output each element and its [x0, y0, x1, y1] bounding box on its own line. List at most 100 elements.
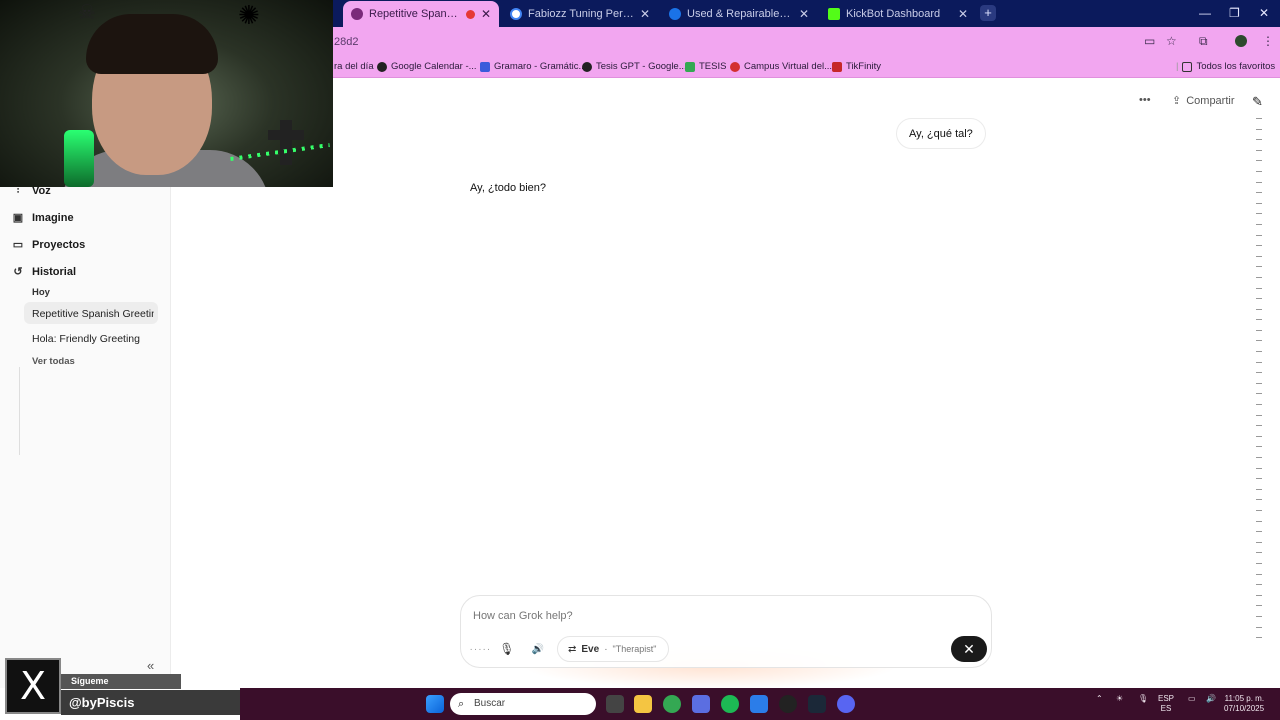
network-icon[interactable]: ▭: [1188, 694, 1196, 704]
spider-decoration: ✺: [238, 0, 260, 30]
scroll-tick: [1256, 139, 1262, 141]
sidebar-item-historial[interactable]: ↺ Historial: [12, 265, 76, 279]
cast-icon[interactable]: ▭: [1144, 34, 1155, 48]
obs-icon[interactable]: [779, 695, 797, 713]
scroll-tick: [1256, 605, 1262, 607]
scroll-tick: [1256, 170, 1262, 172]
gramaro-icon: [480, 61, 490, 72]
tikfinity-icon: [832, 61, 842, 72]
search-icon: ⌕: [458, 698, 465, 710]
sidebar-item-proyectos[interactable]: ▭ Proyectos: [12, 238, 85, 252]
tray-mic-icon[interactable]: 🎙: [1138, 694, 1148, 704]
scroll-tick: [1256, 181, 1262, 183]
bookmark-item[interactable]: Campus Virtual del...: [730, 61, 832, 72]
calendar-icon: [377, 61, 387, 72]
profile-avatar[interactable]: [1235, 35, 1247, 47]
clock[interactable]: 11:05 p. m. 07/10/2025: [1224, 694, 1264, 714]
extensions-icon[interactable]: ⧉: [1199, 34, 1208, 49]
chat-input[interactable]: How can Grok help?: [473, 610, 573, 622]
steam-icon[interactable]: [808, 695, 826, 713]
see-all-link[interactable]: Ver todas: [32, 356, 75, 367]
collapse-sidebar-icon[interactable]: «: [147, 658, 154, 673]
bookmark-item[interactable]: TESIS: [685, 61, 726, 72]
history-icon: ↺: [13, 266, 23, 278]
volume-icon[interactable]: 🔊: [1206, 694, 1216, 704]
sidebar-item-imagine[interactable]: ▣ Imagine: [12, 211, 74, 225]
bookmark-item[interactable]: ra del día: [334, 61, 374, 72]
tab-title: KickBot Dashboard: [846, 8, 941, 20]
bookmark-label: Gramaro - Gramátic...: [494, 61, 587, 72]
discord-icon[interactable]: [837, 695, 855, 713]
share-button[interactable]: ⇪ Compartir: [1172, 94, 1235, 108]
scroll-tick: [1256, 382, 1262, 384]
bookmark-star-icon[interactable]: ☆: [1166, 34, 1177, 48]
bookmark-item[interactable]: TikFinity: [832, 61, 881, 72]
history-item[interactable]: Hola: Friendly Greeting: [32, 333, 140, 345]
lang-bottom: ES: [1160, 704, 1172, 713]
x-logo-icon: X: [5, 658, 61, 714]
tab-title: Repetitive Spanish Greeting: [369, 8, 460, 20]
scroll-tick: [1256, 361, 1262, 363]
bookmark-label: TESIS: [699, 61, 727, 72]
scroll-tick: [1256, 160, 1262, 162]
close-tab-icon[interactable]: ✕: [640, 7, 650, 21]
minimize-icon[interactable]: —: [1199, 6, 1211, 20]
scroll-tick: [1256, 478, 1262, 480]
spotify-icon[interactable]: [721, 695, 739, 713]
all-bookmarks-button[interactable]: | Todos los favoritos: [1176, 61, 1275, 72]
scroll-tick: [1256, 202, 1262, 204]
close-tab-icon[interactable]: ✕: [799, 7, 809, 21]
google-favicon-icon: [510, 8, 522, 20]
scroll-tick: [1256, 404, 1262, 406]
all-bookmarks-label: Todos los favoritos: [1196, 61, 1276, 72]
tray-overflow-icon[interactable]: ⌃: [1096, 694, 1103, 704]
campus-icon: [730, 61, 740, 72]
speaker-button[interactable]: 🔊: [523, 636, 553, 662]
social-handle: @byPiscis: [61, 690, 241, 715]
bookmark-item[interactable]: Google Calendar -...: [377, 61, 477, 72]
close-window-icon[interactable]: ✕: [1259, 6, 1269, 20]
address-bar[interactable]: 28d2: [334, 36, 358, 48]
app-icon[interactable]: [692, 695, 710, 713]
windows-start-icon[interactable]: [426, 695, 444, 713]
tab-repetitive-spanish-greeting[interactable]: Repetitive Spanish Greeting ✕: [343, 1, 499, 27]
new-tab-button[interactable]: +: [980, 5, 996, 21]
assistant-message: Ay, ¿todo bien?: [470, 182, 547, 194]
bookmark-item[interactable]: Gramaro - Gramátic...: [480, 61, 586, 72]
more-options-icon[interactable]: •••: [1139, 94, 1151, 106]
language-indicator[interactable]: ESP ES: [1158, 694, 1174, 714]
more-menu-icon[interactable]: ⋮: [1262, 34, 1274, 48]
photos-icon[interactable]: [750, 695, 768, 713]
weather-icon[interactable]: ☀: [1116, 694, 1123, 704]
scroll-tick: [1256, 637, 1262, 639]
bookmark-label: Tesis GPT - Google...: [596, 61, 687, 72]
tab-fabiozz-tuning[interactable]: Fabiozz Tuning Performance - I ✕: [502, 2, 658, 26]
share-label: Compartir: [1186, 94, 1235, 107]
scroll-ticks[interactable]: [1256, 118, 1264, 658]
maximize-icon[interactable]: ❐: [1229, 6, 1240, 20]
file-explorer-icon[interactable]: [634, 695, 652, 713]
scroll-tick: [1256, 223, 1262, 225]
microphone-icon[interactable]: 🎙: [499, 642, 514, 656]
close-tab-icon[interactable]: ✕: [958, 7, 968, 21]
end-voice-button[interactable]: ✕: [951, 636, 987, 662]
taskbar-search[interactable]: ⌕ Buscar: [450, 693, 596, 715]
bookmark-label: TikFinity: [846, 61, 882, 72]
close-tab-icon[interactable]: ✕: [481, 7, 491, 21]
new-chat-icon[interactable]: ✎: [1252, 94, 1263, 110]
chrome-icon[interactable]: [663, 695, 681, 713]
scroll-tick: [1256, 245, 1262, 247]
voice-selector[interactable]: ⇄ Eve · "Therapist": [557, 636, 669, 662]
kickbot-favicon-icon: [828, 8, 840, 20]
bookmark-item[interactable]: Tesis GPT - Google...: [582, 61, 687, 72]
tab-kickbot-dashboard[interactable]: KickBot Dashboard ✕: [820, 2, 976, 26]
task-view-icon[interactable]: [606, 695, 624, 713]
scroll-tick: [1256, 298, 1262, 300]
scroll-tick: [1256, 255, 1262, 257]
scroll-tick: [1256, 584, 1262, 586]
history-item[interactable]: Repetitive Spanish Greetings: [32, 308, 154, 320]
tab-used-salvage[interactable]: Used & Repairable Salvage Veh ✕: [661, 2, 817, 26]
bookmark-label: Google Calendar -...: [391, 61, 477, 72]
scroll-tick: [1256, 499, 1262, 501]
scroll-tick: [1256, 372, 1262, 374]
